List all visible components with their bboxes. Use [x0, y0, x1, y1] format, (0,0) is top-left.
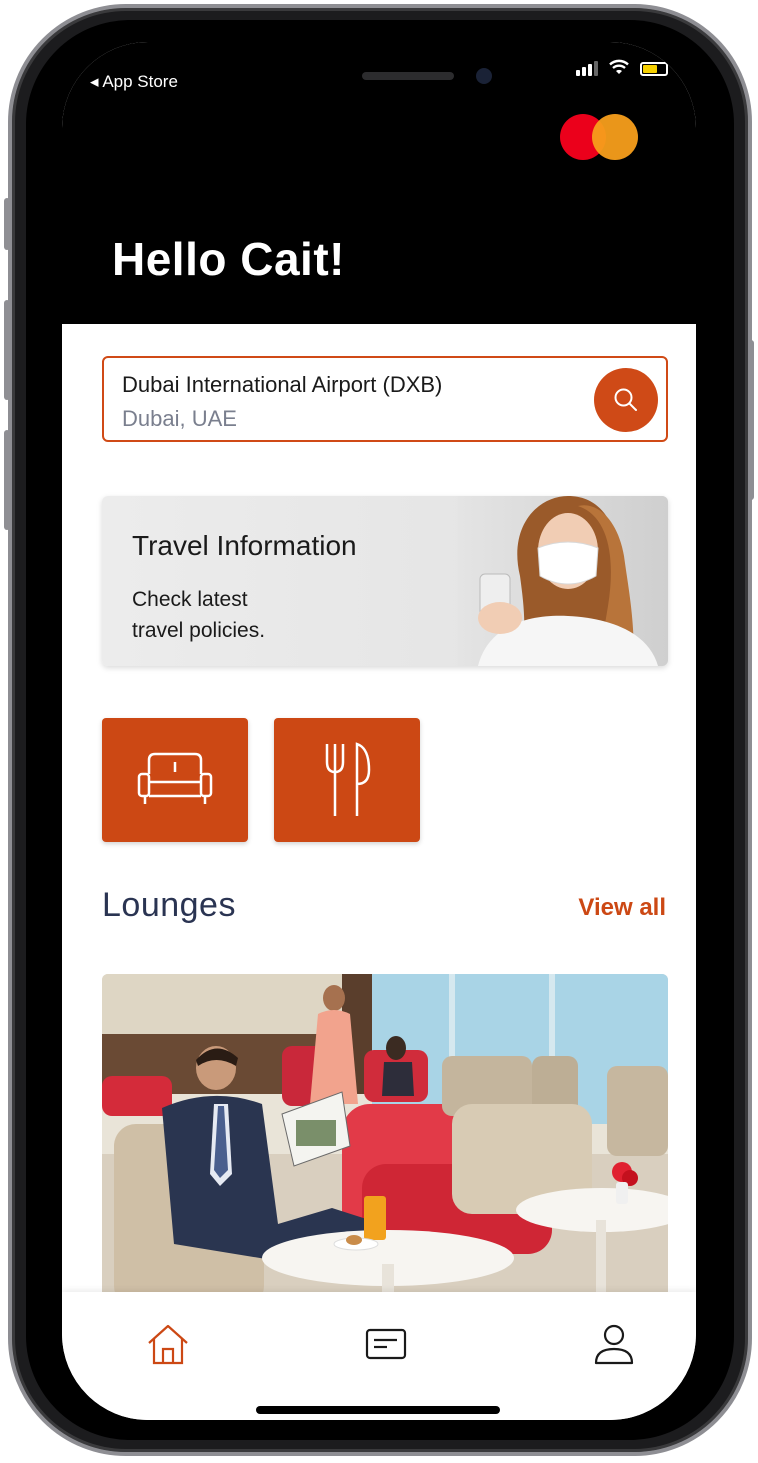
search-icon — [614, 388, 637, 411]
dining-category-button[interactable] — [274, 718, 420, 842]
airport-search-field[interactable]: Dubai International Airport (DXB) Dubai,… — [102, 356, 668, 442]
travel-card-description-line1: Check latest — [132, 588, 248, 611]
wifi-icon — [609, 59, 629, 74]
mute-switch — [4, 198, 10, 250]
app-screen: ◂ App Store Hello Cait! Dubai Internatio… — [62, 42, 696, 1420]
home-indicator[interactable] — [256, 1406, 500, 1414]
lounge-photo — [102, 974, 668, 1308]
home-icon — [148, 1324, 188, 1365]
airport-name: Dubai International Airport (DXB) — [122, 372, 443, 397]
bottom-tab-bar — [62, 1292, 696, 1420]
travel-card-description-line2: travel policies. — [132, 619, 266, 642]
tab-profile[interactable] — [584, 1314, 644, 1374]
cellular-signal-icon — [576, 61, 598, 76]
profile-icon — [594, 1324, 634, 1365]
status-icons — [576, 56, 668, 76]
woman-with-mask-photo — [458, 496, 668, 666]
mastercard-logo — [560, 114, 640, 164]
airport-location: Dubai, UAE — [122, 406, 237, 431]
lounges-section-title: Lounges — [102, 886, 236, 924]
tab-home[interactable] — [138, 1314, 198, 1374]
lounges-category-button[interactable] — [102, 718, 248, 842]
front-camera — [476, 68, 492, 84]
dining-fork-knife-icon — [325, 742, 371, 816]
speaker-grille — [362, 72, 454, 80]
travel-card-title: Travel Information — [132, 530, 357, 561]
lounge-card[interactable] — [102, 974, 668, 1308]
view-all-lounges-link[interactable]: View all — [578, 894, 666, 922]
card-icon — [365, 1328, 407, 1360]
travel-information-card[interactable]: Travel Information Check latest travel p… — [102, 496, 668, 666]
volume-down-button — [4, 430, 10, 530]
power-button — [748, 340, 754, 500]
battery-icon — [640, 62, 668, 76]
lounge-sofa-icon — [137, 752, 213, 804]
volume-up-button — [4, 300, 10, 400]
search-button[interactable] — [594, 368, 658, 432]
back-to-app-store[interactable]: ◂ App Store — [90, 72, 178, 92]
greeting-title: Hello Cait! — [112, 233, 345, 285]
travel-card-description: Check latest travel policies. — [132, 584, 332, 646]
tab-cards[interactable] — [356, 1314, 416, 1374]
